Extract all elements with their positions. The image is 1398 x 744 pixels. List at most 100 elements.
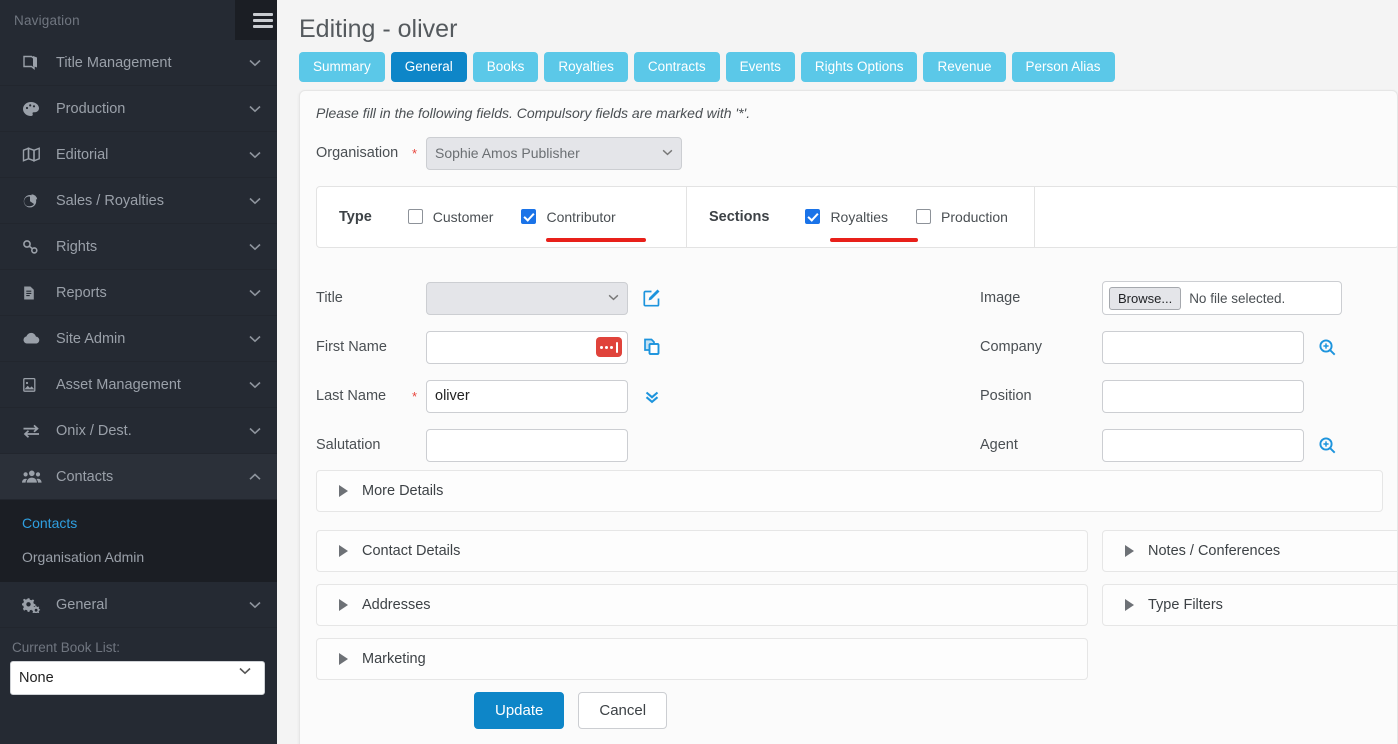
double-chevron-down-icon[interactable] [642,386,662,406]
accordion-contact-details[interactable]: Contact Details [316,530,1088,572]
tab-summary[interactable]: Summary [299,52,385,82]
checkbox-item-contributor[interactable]: Contributor [521,209,615,225]
accordion-label: Notes / Conferences [1148,543,1280,559]
triangle-right-icon [339,653,348,665]
browse-button[interactable]: Browse... [1109,287,1181,310]
ellipsis-badge-icon[interactable] [596,337,622,357]
sidebar-subitem-contacts[interactable]: Contacts [0,506,277,540]
sidebar-item-label: General [56,597,249,613]
chevron-down-icon [249,335,261,343]
cloud-icon [22,329,48,349]
agent-label: Agent [980,437,1102,453]
field-row-title: Title [300,274,980,323]
type-sections-empty-cell [1035,187,1398,247]
gears-icon [22,595,48,615]
title-select-wrap [426,282,628,315]
highlight-underline-contributor [546,238,646,242]
company-label: Company [980,339,1102,355]
field-row-position: Position [980,372,1397,421]
sidebar-item-contacts[interactable]: Contacts [0,454,277,500]
image-label: Image [980,290,1102,306]
position-input[interactable] [1102,380,1304,413]
checkbox-label: Customer [433,209,494,225]
sidebar-subitem-organisation-admin[interactable]: Organisation Admin [0,540,277,574]
magnifier-plus-icon[interactable] [1318,436,1337,455]
accordion-label: More Details [362,483,443,499]
accordion-label: Contact Details [362,543,460,559]
checkbox-label: Royalties [830,209,888,225]
contacts-submenu: Contacts Organisation Admin [0,500,277,582]
agent-input[interactable] [1102,429,1304,462]
sidebar-item-production[interactable]: Production [0,86,277,132]
checkbox-item-production[interactable]: Production [916,209,1008,225]
triangle-right-icon [1125,599,1134,611]
checkbox-item-royalties[interactable]: Royalties [805,209,888,225]
type-title: Type [339,209,372,225]
tab-books[interactable]: Books [473,52,539,82]
sidebar-item-editorial[interactable]: Editorial [0,132,277,178]
sidebar-item-asset-management[interactable]: Asset Management [0,362,277,408]
checkbox-customer[interactable] [408,209,423,224]
checkbox-item-customer[interactable]: Customer [408,209,494,225]
sidebar-item-title-management[interactable]: Title Management [0,40,277,86]
users-icon [22,467,48,487]
field-row-last-name: Last Name * [300,372,980,421]
accordion-more-details[interactable]: More Details [316,470,1383,512]
tab-royalties[interactable]: Royalties [544,52,628,82]
form-column-left: Title [300,274,980,470]
tab-general[interactable]: General [391,52,467,82]
palette-icon [22,99,48,119]
tab-person-alias[interactable]: Person Alias [1012,52,1115,82]
sidebar-item-general[interactable]: General [0,582,277,628]
triangle-right-icon [339,599,348,611]
checkbox-royalties[interactable] [805,209,820,224]
tab-rights-options[interactable]: Rights Options [801,52,918,82]
sidebar-item-label: Contacts [56,469,249,485]
update-button[interactable]: Update [474,692,564,729]
salutation-input-wrap [426,429,628,462]
file-text-icon [22,283,48,303]
sidebar-item-site-admin[interactable]: Site Admin [0,316,277,362]
accordion-marketing[interactable]: Marketing [316,638,1088,680]
last-name-input[interactable] [426,380,628,413]
sidebar-item-rights[interactable]: Rights [0,224,277,270]
accordion-type-filters[interactable]: Type Filters [1102,584,1398,626]
page-title: Editing - oliver [299,16,1398,44]
copy-pages-icon[interactable] [642,337,662,357]
magnifier-plus-icon[interactable] [1318,338,1337,357]
organisation-row: Organisation * Sophie Amos Publisher [300,137,1397,170]
highlight-underline-royalties [830,238,918,242]
checkbox-production[interactable] [916,209,931,224]
tab-contracts[interactable]: Contracts [634,52,720,82]
accordion-notes-conferences[interactable]: Notes / Conferences [1102,530,1398,572]
main-content: Editing - oliver Summary General Books R… [277,0,1398,744]
sidebar-item-label: Reports [56,285,249,301]
chevron-down-icon [249,197,261,205]
sidebar-item-onix-dest[interactable]: Onix / Dest. [0,408,277,454]
sidebar: Navigation Title Management Production [0,0,277,744]
app-root: Navigation Title Management Production [0,0,1398,744]
cancel-button[interactable]: Cancel [578,692,667,729]
chevron-down-icon [249,427,261,435]
organisation-select[interactable]: Sophie Amos Publisher [426,137,682,170]
tab-revenue[interactable]: Revenue [923,52,1005,82]
current-book-list-select[interactable]: None [10,661,265,695]
company-input[interactable] [1102,331,1304,364]
accordion-addresses[interactable]: Addresses [316,584,1088,626]
sidebar-item-label: Editorial [56,147,249,163]
edit-pencil-icon[interactable] [642,288,662,308]
sidebar-item-reports[interactable]: Reports [0,270,277,316]
sidebar-item-sales-royalties[interactable]: Sales / Royalties [0,178,277,224]
chevron-down-icon [249,601,261,609]
title-select[interactable] [426,282,628,315]
sidebar-item-label: Site Admin [56,331,249,347]
tab-events[interactable]: Events [726,52,795,82]
title-label: Title [300,290,412,306]
image-file-input[interactable]: Browse... No file selected. [1102,281,1342,315]
last-name-required-marker: * [412,389,426,404]
hamburger-icon[interactable] [235,0,277,40]
salutation-input[interactable] [426,429,628,462]
sidebar-nav-list: Title Management Production Editorial [0,40,277,628]
pie-chart-icon [22,191,48,211]
checkbox-contributor[interactable] [521,209,536,224]
